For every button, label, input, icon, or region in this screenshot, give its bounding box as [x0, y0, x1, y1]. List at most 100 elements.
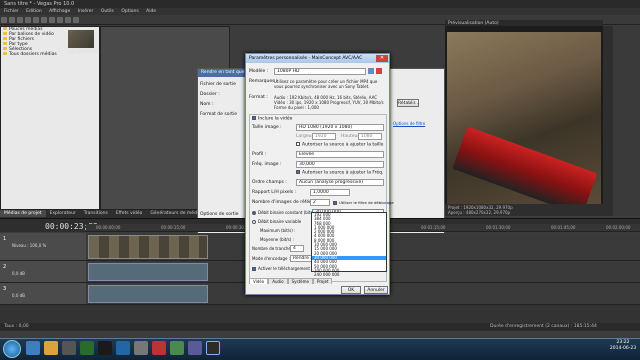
folder-icon — [3, 37, 7, 40]
close-icon[interactable]: ✕ — [376, 55, 388, 62]
tab-project[interactable]: Projet — [312, 278, 333, 284]
tab-explorer[interactable]: Explorateur — [46, 210, 80, 217]
redo-icon[interactable] — [73, 17, 79, 23]
checkbox-icon — [296, 142, 300, 146]
deblock-check[interactable]: Utiliser le filtre de déblocage — [333, 200, 394, 205]
audio-clip[interactable] — [88, 285, 208, 303]
cancel-button[interactable]: Annuler — [364, 286, 388, 294]
tab-project-media[interactable]: Médias de projet — [0, 210, 46, 217]
copy-icon[interactable] — [49, 17, 55, 23]
template-label: Modèle : — [249, 69, 269, 74]
undo-icon[interactable] — [65, 17, 71, 23]
bitrate-dropdown-list[interactable]: 192 000 384 000 768 000 1 000 000 2 000 … — [311, 212, 387, 277]
checkbox-icon — [252, 267, 256, 271]
app-icon[interactable] — [152, 341, 166, 355]
window-title: Sans titre * - Vegas Pro 10.0 — [0, 0, 640, 8]
dialog-title: Paramètres personnalisés - MainConcept A… — [246, 54, 389, 63]
format-text: Audio : 192 Kbits/s, 48 000 Hz, 16 bits,… — [274, 95, 384, 110]
menu-options[interactable]: Options — [121, 9, 138, 14]
max-bitrate-label: Maximum (bit/s) : — [260, 228, 296, 233]
save-icon[interactable] — [17, 17, 23, 23]
taskbar — [0, 338, 640, 360]
media-thumbnail[interactable] — [68, 30, 94, 48]
tab-transitions[interactable]: Transitions — [80, 210, 112, 217]
ok-button[interactable]: OK — [341, 286, 361, 294]
menu-tools[interactable]: Outils — [101, 9, 114, 14]
delete-template-icon[interactable] — [376, 68, 382, 74]
avg-bitrate-label: Moyenne (bit/s) : — [260, 237, 294, 242]
ref-frames-field[interactable]: 2 — [310, 199, 330, 206]
start-button-icon[interactable] — [3, 340, 21, 358]
tab-video-fx[interactable]: Effets vidéo — [112, 210, 147, 217]
menu-insert[interactable]: Insérer — [78, 9, 94, 14]
new-icon[interactable] — [1, 17, 7, 23]
format-label: Format : — [249, 95, 268, 100]
media-icon[interactable] — [62, 341, 76, 355]
folder-icon — [3, 52, 7, 55]
open-icon[interactable] — [9, 17, 15, 23]
app-icon[interactable] — [116, 341, 130, 355]
audio-clip[interactable] — [88, 263, 208, 281]
video-clip[interactable] — [88, 235, 208, 259]
include-video-check[interactable]: Inclure la vidéo — [252, 116, 292, 122]
pixel-ratio-field[interactable]: 1,0000 — [310, 189, 350, 196]
menu-edit[interactable]: Edition — [26, 9, 42, 14]
checkbox-icon — [252, 116, 256, 120]
checkbox-icon — [333, 201, 337, 205]
ie-icon[interactable] — [26, 341, 40, 355]
template-select[interactable]: 1080P HD — [274, 68, 366, 75]
filter-options-link[interactable]: Options de filtre — [393, 121, 442, 126]
save-template-icon[interactable] — [368, 68, 374, 74]
adjust-size-check[interactable]: Autoriser la source à ajuster la taille — [296, 142, 383, 148]
slices-label: Nombre de tranches : — [252, 246, 296, 251]
height-field[interactable]: 1080 — [358, 133, 382, 140]
transport-bar — [0, 305, 640, 323]
tab-audio[interactable]: Audio — [268, 278, 288, 284]
slices-field[interactable]: 4 — [290, 245, 304, 252]
status-bar: Taux : 0,00 Durée d'enregistrement (2 ca… — [0, 323, 640, 331]
tab-video[interactable]: Vidéo — [249, 278, 269, 284]
radio-icon — [252, 211, 256, 215]
encode-mode-label: Mode d'encodage : — [252, 256, 291, 261]
field-order-select[interactable]: Aucun (analyse progressive) — [296, 179, 384, 186]
menu-file[interactable]: Fichier — [4, 9, 19, 14]
dialog-tabs: Vidéo Audio Système Projet — [249, 278, 333, 285]
profile-select[interactable]: Elevée — [296, 151, 384, 158]
thumb-caption: clip 2014-05-06 — [68, 49, 100, 54]
rate-status: Taux : 0,00 — [4, 324, 29, 329]
output-format-heading: Format de sortie — [200, 112, 238, 117]
render-icon[interactable] — [25, 17, 31, 23]
track-header-audio-1[interactable]: 2 0,0 dB — [0, 261, 86, 283]
explorer-icon[interactable] — [44, 341, 58, 355]
menu-bar: Fichier Edition Affichage Insérer Outils… — [0, 8, 640, 15]
app-icon[interactable] — [134, 341, 148, 355]
reset-button[interactable]: Rétablir... — [397, 99, 419, 107]
folder-icon — [3, 27, 7, 30]
minecraft-icon[interactable] — [170, 341, 184, 355]
track-header-video[interactable]: 1 Niveau : 100,0 % — [0, 233, 86, 261]
tab-system[interactable]: Système — [287, 278, 313, 284]
frame-size-select[interactable]: HD 1080 (1920 x 1080) — [296, 124, 384, 131]
cut-icon[interactable] — [41, 17, 47, 23]
vegas-icon[interactable] — [206, 341, 220, 355]
menu-view[interactable]: Affichage — [49, 9, 70, 14]
notes-text: Utilisez ce paramètre pour créer un fich… — [274, 79, 378, 89]
cbr-radio[interactable]: Débit binaire constant (bits/s) : — [252, 210, 320, 215]
track-header-audio-2[interactable]: 3 0,0 dB — [0, 283, 86, 305]
paste-icon[interactable] — [57, 17, 63, 23]
menu-help[interactable]: Aide — [146, 9, 156, 14]
list-option[interactable]: 240 000 000 — [312, 272, 386, 277]
preview-scrollbar[interactable] — [603, 26, 613, 216]
fps-field[interactable]: 30,000 — [296, 161, 384, 168]
vbr-radio[interactable]: Débit binaire variable — [252, 219, 301, 224]
steam-icon[interactable] — [98, 341, 112, 355]
app-icon[interactable] — [188, 341, 202, 355]
clock[interactable]: 23:22 2014-06-23 — [606, 340, 640, 352]
folder-label: Dossier : — [200, 92, 220, 97]
properties-icon[interactable] — [33, 17, 39, 23]
output-file-heading: Fichier de sortie — [200, 82, 236, 87]
folder-icon — [3, 42, 7, 45]
width-field[interactable]: 1920 — [312, 133, 336, 140]
adjust-fps-check[interactable]: Autoriser la source à ajuster la Fréq. — [296, 170, 383, 176]
app-icon[interactable] — [80, 341, 94, 355]
